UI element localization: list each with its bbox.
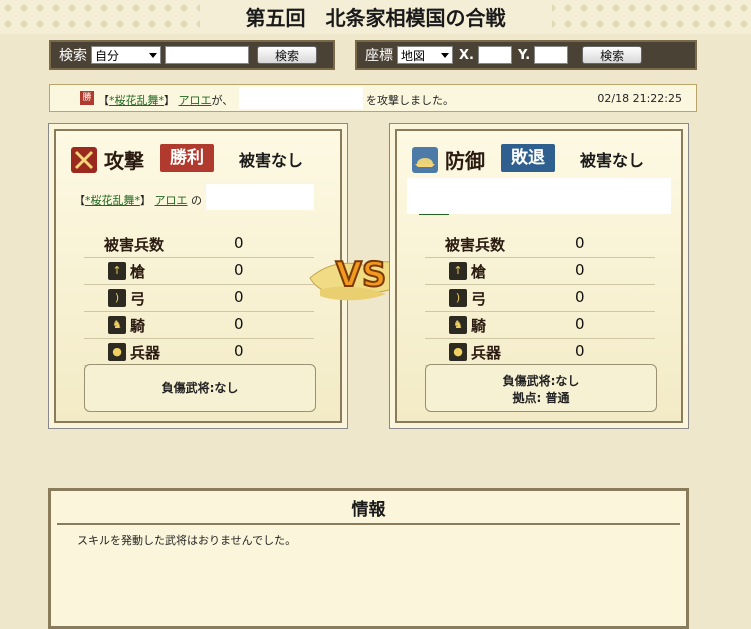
attacker-result-badge: 勝利 <box>160 144 214 172</box>
log-entry-text: 【*桜花乱舞*】 アロエが、 <box>98 94 234 107</box>
attacker-damage: 被害なし <box>239 151 304 170</box>
defender-casualty: 負傷武将:なし <box>502 374 580 388</box>
defender-casualty-box: 負傷武将:なし 拠点: 普通 <box>425 364 657 412</box>
x-label: X. <box>459 47 474 63</box>
attacker-casualty: 負傷武将:なし <box>161 381 239 395</box>
defender-base: 拠点: 普通 <box>512 391 570 405</box>
info-panel: 情報 スキルを発動した武将はおりませんでした。 <box>48 488 689 629</box>
stat-label: 騎 <box>130 317 146 335</box>
attacker-possessive: の <box>191 194 202 207</box>
stat-label: 槍 <box>471 263 487 281</box>
page-title: 第五回 北条家相模国の合戦 <box>245 6 506 30</box>
horse-icon: ♞ <box>108 316 126 334</box>
spear-icon: ↑ <box>108 262 126 280</box>
attacker-panel-inner: 攻撃 勝利 被害なし 【*桜花乱舞*】 アロエ の 被害兵数 0 ↑ 槍 0 )… <box>54 129 342 423</box>
defender-damage: 被害なし <box>580 151 645 170</box>
chevron-down-icon <box>441 53 449 58</box>
stat-label: 槍 <box>130 263 146 281</box>
target-blank <box>239 87 363 109</box>
win-badge-icon: 勝 <box>80 91 94 105</box>
defender-panel: 防御 敗退 被害なし 被害兵数 0 ↑ 槍 0 ) 弓 0 ♞ 騎 0 ● 兵器… <box>389 123 689 429</box>
stat-label: 被害兵数 <box>104 236 165 254</box>
defender-role: 防御 <box>445 149 485 173</box>
stat-label: 被害兵数 <box>445 236 506 254</box>
stat-row: ) 弓 0 <box>425 285 655 312</box>
stat-value: 0 <box>234 315 244 333</box>
alliance-link[interactable]: *桜花乱舞* <box>109 94 164 107</box>
horse-icon: ♞ <box>449 316 467 334</box>
chevron-down-icon <box>149 53 157 58</box>
stat-label: 弓 <box>471 290 487 308</box>
attacker-role: 攻撃 <box>104 149 144 173</box>
stat-label: 兵器 <box>471 344 502 362</box>
coord-map-value: 地図 <box>401 48 426 63</box>
x-input[interactable] <box>477 46 512 64</box>
stat-value: 0 <box>234 288 244 306</box>
stat-row: 被害兵数 0 <box>425 231 655 258</box>
search-target-value: 自分 <box>95 48 120 63</box>
coord-bar: 座標 地図 X. Y. 検索 <box>355 40 697 70</box>
log-verb: が、 <box>211 94 234 107</box>
stat-label: 兵器 <box>130 344 161 362</box>
vs-text: VS <box>336 255 387 295</box>
stat-value: 0 <box>234 261 244 279</box>
stat-value: 0 <box>575 261 585 279</box>
stat-row: 被害兵数 0 <box>84 231 314 258</box>
defender-result-badge: 敗退 <box>501 144 555 172</box>
stat-value: 0 <box>234 234 244 252</box>
attacker-stats: 被害兵数 0 ↑ 槍 0 ) 弓 0 ♞ 騎 0 ● 兵器 0 <box>84 231 314 366</box>
y-input[interactable] <box>534 46 569 64</box>
defender-castle-blank <box>407 178 671 214</box>
sword-icon <box>71 147 97 173</box>
search-input[interactable] <box>165 46 249 64</box>
spear-icon: ↑ <box>449 262 467 280</box>
stat-value: 0 <box>234 342 244 360</box>
attacker-panel: 攻撃 勝利 被害なし 【*桜花乱舞*】 アロエ の 被害兵数 0 ↑ 槍 0 )… <box>48 123 348 429</box>
stat-value: 0 <box>575 342 585 360</box>
siege-icon: ● <box>108 343 126 361</box>
siege-icon: ● <box>449 343 467 361</box>
attacker-alliance-link[interactable]: *桜花乱舞* <box>85 194 140 207</box>
search-button[interactable]: 検索 <box>257 46 317 64</box>
bow-icon: ) <box>449 289 467 307</box>
player-link[interactable]: アロエ <box>179 94 212 107</box>
attacker-name-line: 【*桜花乱舞*】 アロエ の <box>74 194 202 207</box>
stat-row: ● 兵器 0 <box>425 339 655 366</box>
helmet-icon <box>412 147 438 173</box>
coord-search-button[interactable]: 検索 <box>582 46 643 64</box>
attacker-player-link[interactable]: アロエ <box>155 194 188 207</box>
stat-row: ● 兵器 0 <box>84 339 314 366</box>
stat-row: ↑ 槍 0 <box>425 258 655 285</box>
stat-value: 0 <box>575 234 585 252</box>
stat-value: 0 <box>575 315 585 333</box>
coord-map-select[interactable]: 地図 <box>397 46 453 64</box>
log-suffix: を攻撃しました。 <box>366 94 454 107</box>
bow-icon: ) <box>108 289 126 307</box>
defender-panel-inner: 防御 敗退 被害なし 被害兵数 0 ↑ 槍 0 ) 弓 0 ♞ 騎 0 ● 兵器… <box>395 129 683 423</box>
stat-row: ♞ 騎 0 <box>84 312 314 339</box>
stat-row: ↑ 槍 0 <box>84 258 314 285</box>
search-label: 検索 <box>59 48 87 64</box>
log-timestamp: 02/18 21:22:25 <box>597 92 682 105</box>
battle-log-entry: 勝 【*桜花乱舞*】 アロエが、 を攻撃しました。 02/18 21:22:25 <box>49 84 697 112</box>
attacker-castle-blank <box>206 184 314 210</box>
coord-label: 座標 <box>365 48 393 64</box>
defender-stats: 被害兵数 0 ↑ 槍 0 ) 弓 0 ♞ 騎 0 ● 兵器 0 <box>425 231 655 366</box>
defender-link-underline[interactable] <box>419 214 449 215</box>
title-bar: 第五回 北条家相模国の合戦 <box>0 0 751 34</box>
info-message: スキルを発動した武将はおりませんでした。 <box>77 534 297 547</box>
search-target-select[interactable]: 自分 <box>91 46 161 64</box>
stat-label: 騎 <box>471 317 487 335</box>
stat-value: 0 <box>575 288 585 306</box>
info-title: 情報 <box>57 497 680 525</box>
stat-row: ) 弓 0 <box>84 285 314 312</box>
stat-label: 弓 <box>130 290 146 308</box>
stat-row: ♞ 騎 0 <box>425 312 655 339</box>
search-bar: 検索 自分 検索 <box>49 40 335 70</box>
y-label: Y. <box>517 47 531 63</box>
attacker-casualty-box: 負傷武将:なし <box>84 364 316 412</box>
